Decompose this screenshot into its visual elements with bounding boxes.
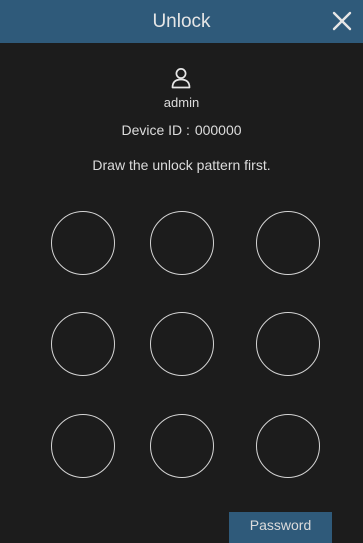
pattern-node-6[interactable] — [256, 312, 320, 376]
pattern-instruction: Draw the unlock pattern first. — [92, 157, 271, 173]
device-id-label: Device ID : — [121, 122, 190, 138]
pattern-node-1[interactable] — [51, 211, 115, 275]
pattern-node-4[interactable] — [51, 312, 115, 376]
username-label: admin — [163, 95, 200, 110]
pattern-node-9[interactable] — [256, 414, 320, 478]
password-button[interactable]: Password — [229, 512, 332, 543]
pattern-node-2[interactable] — [150, 211, 214, 275]
pattern-node-8[interactable] — [150, 414, 214, 478]
close-button[interactable] — [327, 6, 357, 36]
title-bar: Unlock — [0, 0, 363, 43]
pattern-node-7[interactable] — [51, 414, 115, 478]
pattern-node-3[interactable] — [256, 211, 320, 275]
device-id-value: 000000 — [194, 122, 242, 138]
unlock-dialog: Unlock admin Device ID :000000 Draw the … — [0, 0, 363, 543]
device-id-row: Device ID :000000 — [0, 122, 363, 138]
close-icon — [332, 11, 352, 31]
dialog-title: Unlock — [152, 11, 211, 32]
user-icon — [170, 67, 192, 89]
pattern-node-5[interactable] — [150, 312, 214, 376]
